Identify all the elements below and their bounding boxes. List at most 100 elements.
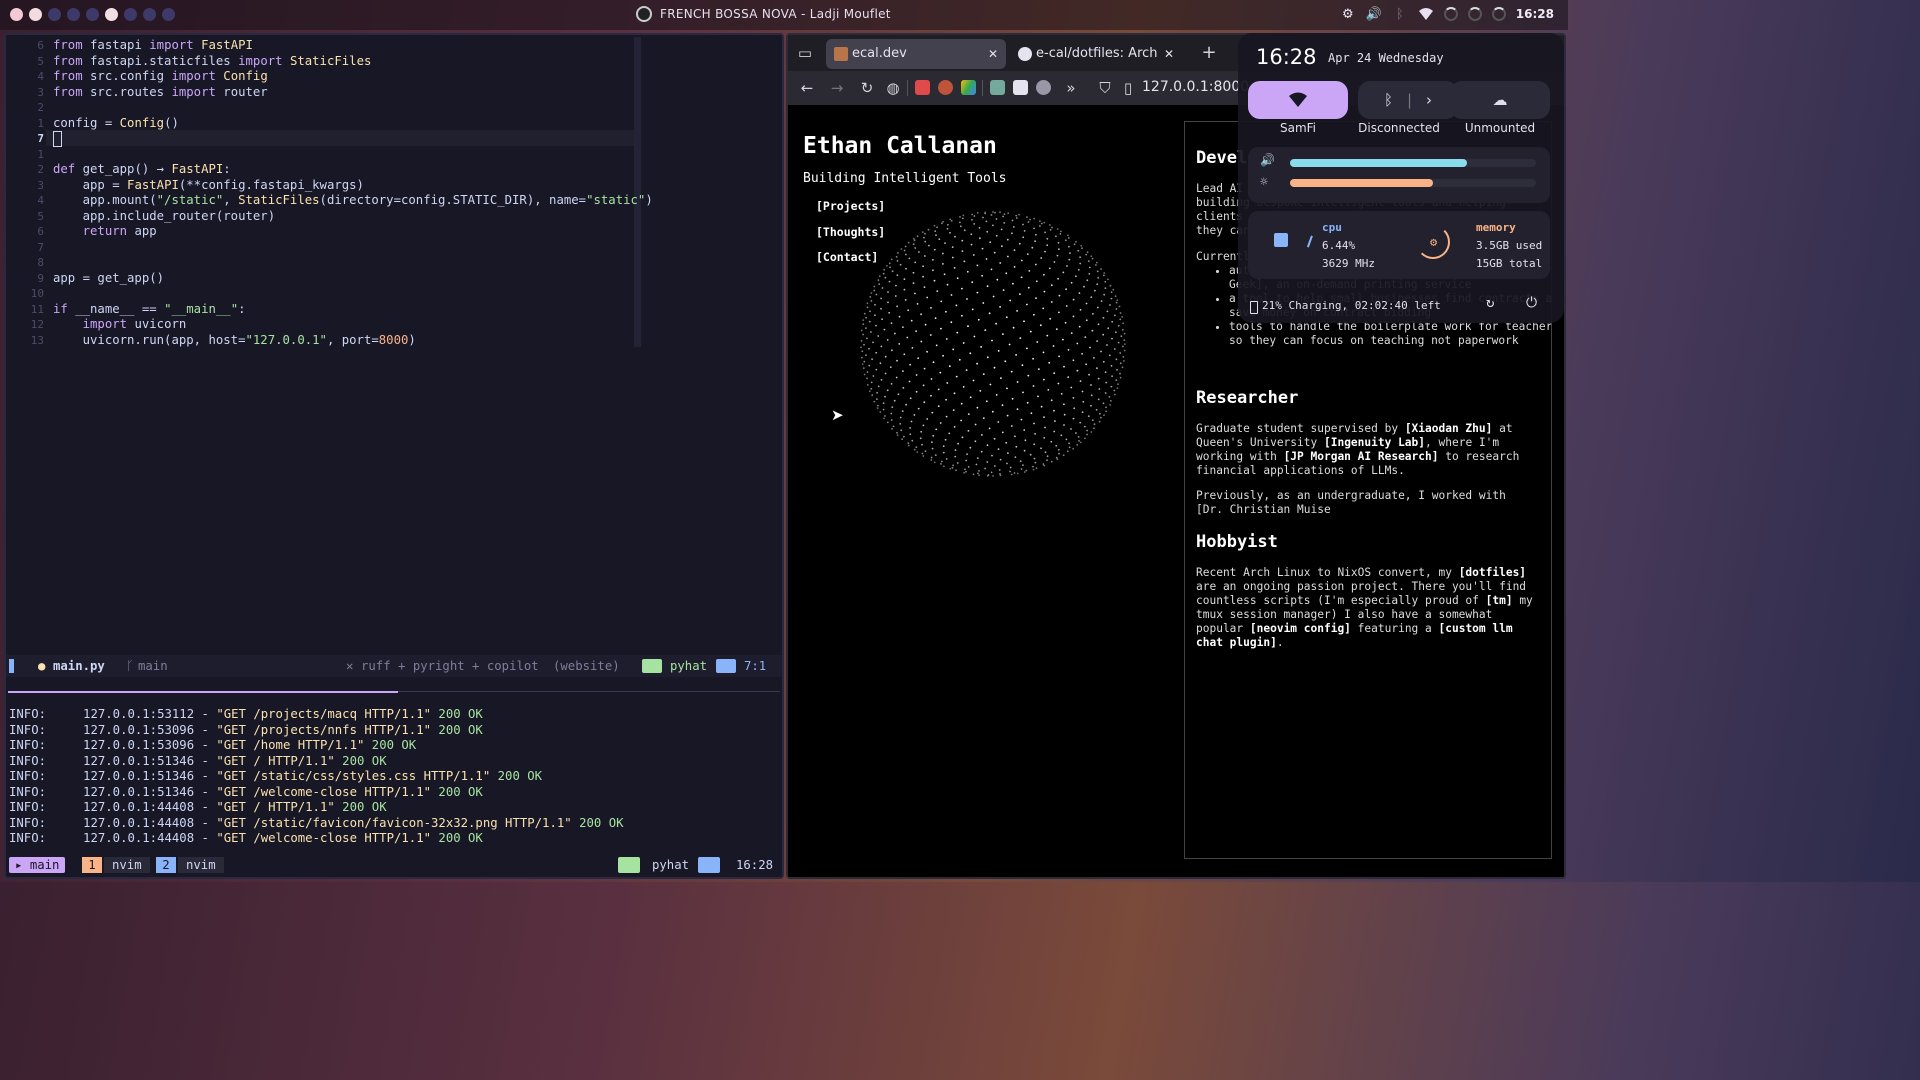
workspace-3[interactable] (67, 8, 80, 21)
link-xiaodan-zhu[interactable]: [Xiaodan Zhu] (1405, 422, 1493, 435)
sphere-dot (1037, 395, 1039, 398)
tmux-window-1-num[interactable]: 1 (82, 857, 102, 873)
extension-icon[interactable] (990, 80, 1005, 95)
sphere-dot (1105, 406, 1107, 409)
tmux-session[interactable]: ▸ main (9, 857, 66, 873)
link-ingenuity-lab[interactable]: [Ingenuity Lab] (1324, 436, 1425, 449)
terminal-window[interactable]: 6 from fastapi import FastAPI 5 from fastap… (4, 33, 784, 879)
sphere-dot (1027, 221, 1030, 223)
sphere-dot (1004, 360, 1007, 363)
bluetooth-icon[interactable]: ᛒ (1392, 6, 1408, 22)
cloud-toggle[interactable]: ☁ (1450, 81, 1550, 119)
sphere-dot (960, 402, 963, 405)
sphere-dot (940, 327, 942, 330)
overflow-chevron-icon[interactable]: » (1062, 79, 1080, 97)
tab-overview-icon[interactable]: ▭ (796, 44, 814, 62)
sphere-dot (895, 376, 898, 379)
sphere-dot (869, 310, 871, 313)
volume-slider[interactable] (1290, 159, 1536, 167)
sphere-dot (1117, 341, 1120, 344)
sphere-dot (1060, 434, 1063, 437)
sphere-dot (958, 358, 961, 361)
link-jp-morgan[interactable]: [JP Morgan AI Research] (1284, 450, 1439, 463)
workspace-2[interactable] (48, 8, 61, 21)
extension-icon[interactable] (938, 80, 953, 95)
drive-icon[interactable] (961, 80, 976, 95)
sphere-dot (882, 408, 885, 411)
sphere-dot (995, 234, 998, 237)
url-field[interactable]: 127.0.0.1:8000 (1142, 79, 1249, 95)
sphere-dot (1000, 377, 1002, 379)
sphere-dot (930, 456, 933, 459)
restart-icon[interactable]: ↻ (1486, 295, 1494, 311)
sphere-dot (1112, 288, 1115, 291)
close-tab-icon[interactable]: ✕ (988, 39, 998, 69)
sphere-dot (1092, 313, 1094, 315)
extension-icon[interactable] (1013, 80, 1028, 95)
sphere-dot (919, 437, 922, 440)
workspace-5[interactable] (105, 8, 118, 21)
gear-icon[interactable]: ⚙ (1340, 6, 1356, 22)
reload-icon[interactable]: ↻ (858, 79, 876, 97)
chevron-right-icon[interactable]: › (1426, 91, 1432, 109)
sphere-dot (906, 336, 909, 339)
new-tab-icon[interactable]: + (1200, 44, 1218, 62)
sphere-dot (862, 367, 865, 369)
shield-icon[interactable]: ⛉ (1096, 79, 1114, 97)
wifi-toggle[interactable] (1248, 81, 1348, 119)
close-tab-icon[interactable]: ✕ (1164, 39, 1174, 69)
extension-icon[interactable] (915, 80, 930, 95)
sphere-dot (1120, 335, 1123, 338)
globe-icon[interactable]: ◍ (884, 79, 902, 97)
tmux-window-2-num[interactable]: 2 (156, 857, 176, 873)
power-icon[interactable]: ⏻ (1526, 295, 1537, 311)
sphere-dot (891, 406, 894, 408)
tab-dotfiles[interactable]: e-cal/dotfiles: Arch linu ✕ (1010, 39, 1182, 69)
sphere-dot (961, 239, 964, 242)
sphere-dot (1093, 357, 1095, 359)
extension-icon[interactable] (1036, 80, 1051, 95)
tab-ecal[interactable]: ecal.dev ✕ (826, 39, 1006, 69)
forward-icon[interactable]: → (828, 79, 846, 97)
sphere-dot (990, 268, 993, 271)
media-widget[interactable]: FRENCH BOSSA NOVA - Ladji Mouflet (636, 6, 891, 22)
sphere-dot (866, 306, 869, 309)
workspace-4[interactable] (86, 8, 99, 21)
sphere-dot (1081, 247, 1083, 250)
link-tm[interactable]: [tm] (1486, 594, 1513, 607)
sphere-dot (1044, 231, 1046, 234)
link-dotfiles[interactable]: [dotfiles] (1459, 566, 1526, 579)
tmux-window-2-name[interactable]: nvim (178, 857, 224, 873)
sphere-dot (936, 290, 939, 292)
bluetooth-toggle[interactable]: ᛒ | › (1358, 81, 1458, 119)
sphere-dot (945, 398, 947, 401)
clock[interactable]: 16:28 (1516, 7, 1554, 21)
brightness-slider[interactable] (1290, 179, 1536, 187)
sphere-dot (1043, 273, 1045, 276)
sphere-dot (868, 364, 871, 367)
workspace-6[interactable] (124, 8, 137, 21)
volume-icon[interactable]: 🔊 (1366, 6, 1382, 22)
sphere-dot (1110, 385, 1113, 388)
line-number: 7 (37, 240, 44, 254)
sphere-dot (924, 323, 927, 326)
window-close-dot[interactable] (10, 8, 23, 21)
sphere-dot (866, 302, 869, 305)
sphere-dot (892, 425, 895, 428)
workspace-1[interactable] (29, 8, 42, 21)
sphere-dot (1088, 273, 1091, 275)
sphere-dot (933, 279, 936, 282)
wifi-icon[interactable] (1418, 6, 1434, 22)
back-icon[interactable]: ← (798, 79, 816, 97)
server-log[interactable]: INFO: 127.0.0.1:53112 - "GET /projects/m… (6, 695, 782, 845)
workspace-8[interactable] (162, 8, 175, 21)
sphere-dot (950, 220, 953, 222)
sphere-dot (1091, 257, 1094, 260)
workspace-7[interactable] (143, 8, 156, 21)
sphere-dot (916, 235, 919, 238)
sphere-dot (959, 216, 961, 218)
sphere-dot (1075, 240, 1077, 243)
link-neovim-config[interactable]: [neovim config] (1250, 622, 1351, 635)
tmux-window-1-name[interactable]: nvim (104, 857, 150, 873)
sphere-dot (1062, 454, 1065, 457)
